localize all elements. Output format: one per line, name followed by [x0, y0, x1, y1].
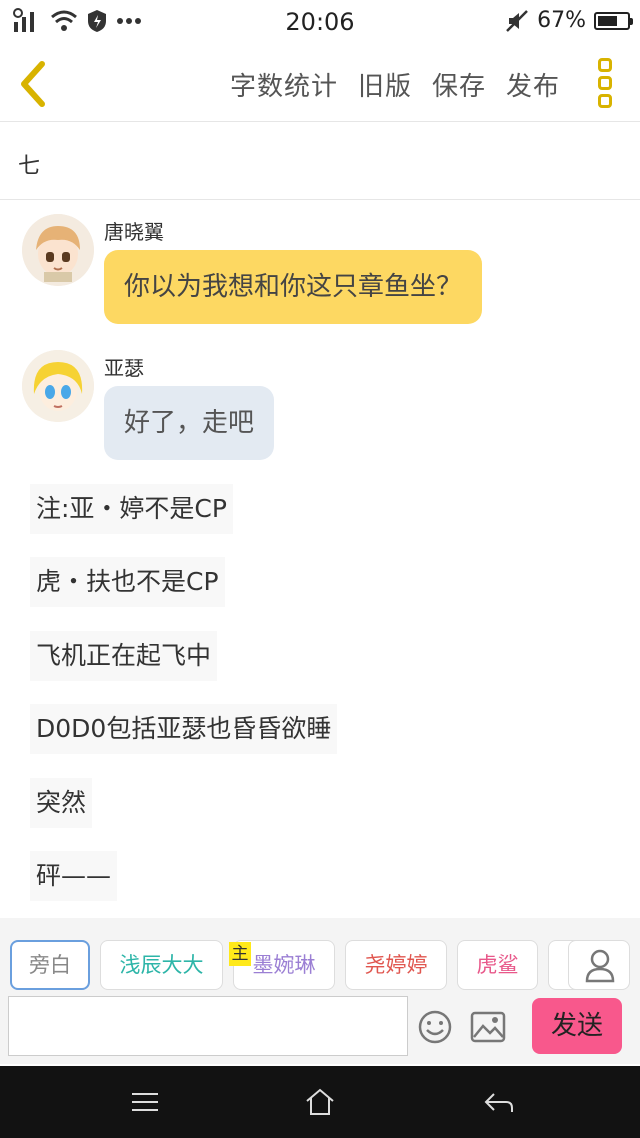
narration-line[interactable]: 砰—— — [30, 851, 118, 901]
narration-line[interactable]: 虎・扶也不是CP — [30, 557, 225, 607]
image-button[interactable] — [470, 1010, 506, 1044]
person-icon — [585, 949, 615, 983]
emoji-button[interactable] — [418, 1010, 452, 1044]
owner-badge: 主 — [229, 942, 251, 966]
more-menu-button[interactable] — [598, 58, 618, 108]
menu-button[interactable] — [128, 1086, 162, 1118]
back-nav-button[interactable] — [482, 1086, 516, 1118]
chevron-left-icon — [21, 61, 45, 107]
mute-icon — [506, 9, 528, 32]
message-bubble: 你以为我想和你这只章鱼坐？ — [104, 250, 483, 324]
narration-line[interactable]: 注:亚・婷不是CP — [30, 484, 233, 534]
smiley-icon — [418, 1010, 452, 1044]
character-tab[interactable]: 浅辰大大 — [100, 940, 223, 990]
character-tab-narrator[interactable]: 旁白 — [10, 940, 90, 990]
speaker-name: 唐晓翼 — [104, 220, 164, 244]
image-icon — [470, 1011, 506, 1043]
system-nav-bar — [0, 1066, 640, 1138]
battery-icon — [594, 11, 633, 30]
battery-percent: 67% — [537, 8, 586, 33]
chapter-title[interactable]: 七 — [0, 122, 640, 200]
status-bar: 20:06 67% — [0, 0, 640, 44]
back-button[interactable] — [16, 60, 52, 108]
status-icons-right: 67% — [505, 8, 633, 33]
message-input[interactable] — [8, 996, 408, 1056]
home-icon — [306, 1088, 334, 1115]
character-tab[interactable]: 虎鲨 — [457, 940, 538, 990]
character-manager-button[interactable] — [568, 940, 630, 990]
avatar — [22, 350, 94, 422]
battery-fill — [598, 15, 617, 26]
save-button[interactable]: 保存 — [432, 66, 486, 103]
publish-button[interactable]: 发布 — [506, 66, 560, 103]
avatar — [22, 214, 94, 286]
speaker-name: 亚瑟 — [104, 356, 144, 380]
message-bubble: 好了，走吧 — [104, 386, 275, 460]
toolbar-actions: 字数统计 旧版 保存 发布 — [230, 66, 560, 103]
more-vertical-icon — [598, 58, 612, 72]
send-button[interactable]: 发送 — [532, 998, 622, 1054]
narration-line[interactable]: 突然 — [30, 778, 93, 828]
back-arrow-icon — [484, 1093, 513, 1112]
menu-icon — [132, 1093, 158, 1111]
old-version-button[interactable]: 旧版 — [358, 66, 412, 103]
character-tab[interactable]: 尧婷婷 — [345, 940, 447, 990]
home-button[interactable] — [303, 1086, 337, 1118]
editor-toolbar: 字数统计 旧版 保存 发布 — [0, 44, 640, 122]
narration-line[interactable]: D0D0包括亚瑟也昏昏欲睡 — [30, 704, 338, 754]
word-count-button[interactable]: 字数统计 — [230, 66, 338, 103]
narration-line[interactable]: 飞机正在起飞中 — [30, 631, 218, 681]
